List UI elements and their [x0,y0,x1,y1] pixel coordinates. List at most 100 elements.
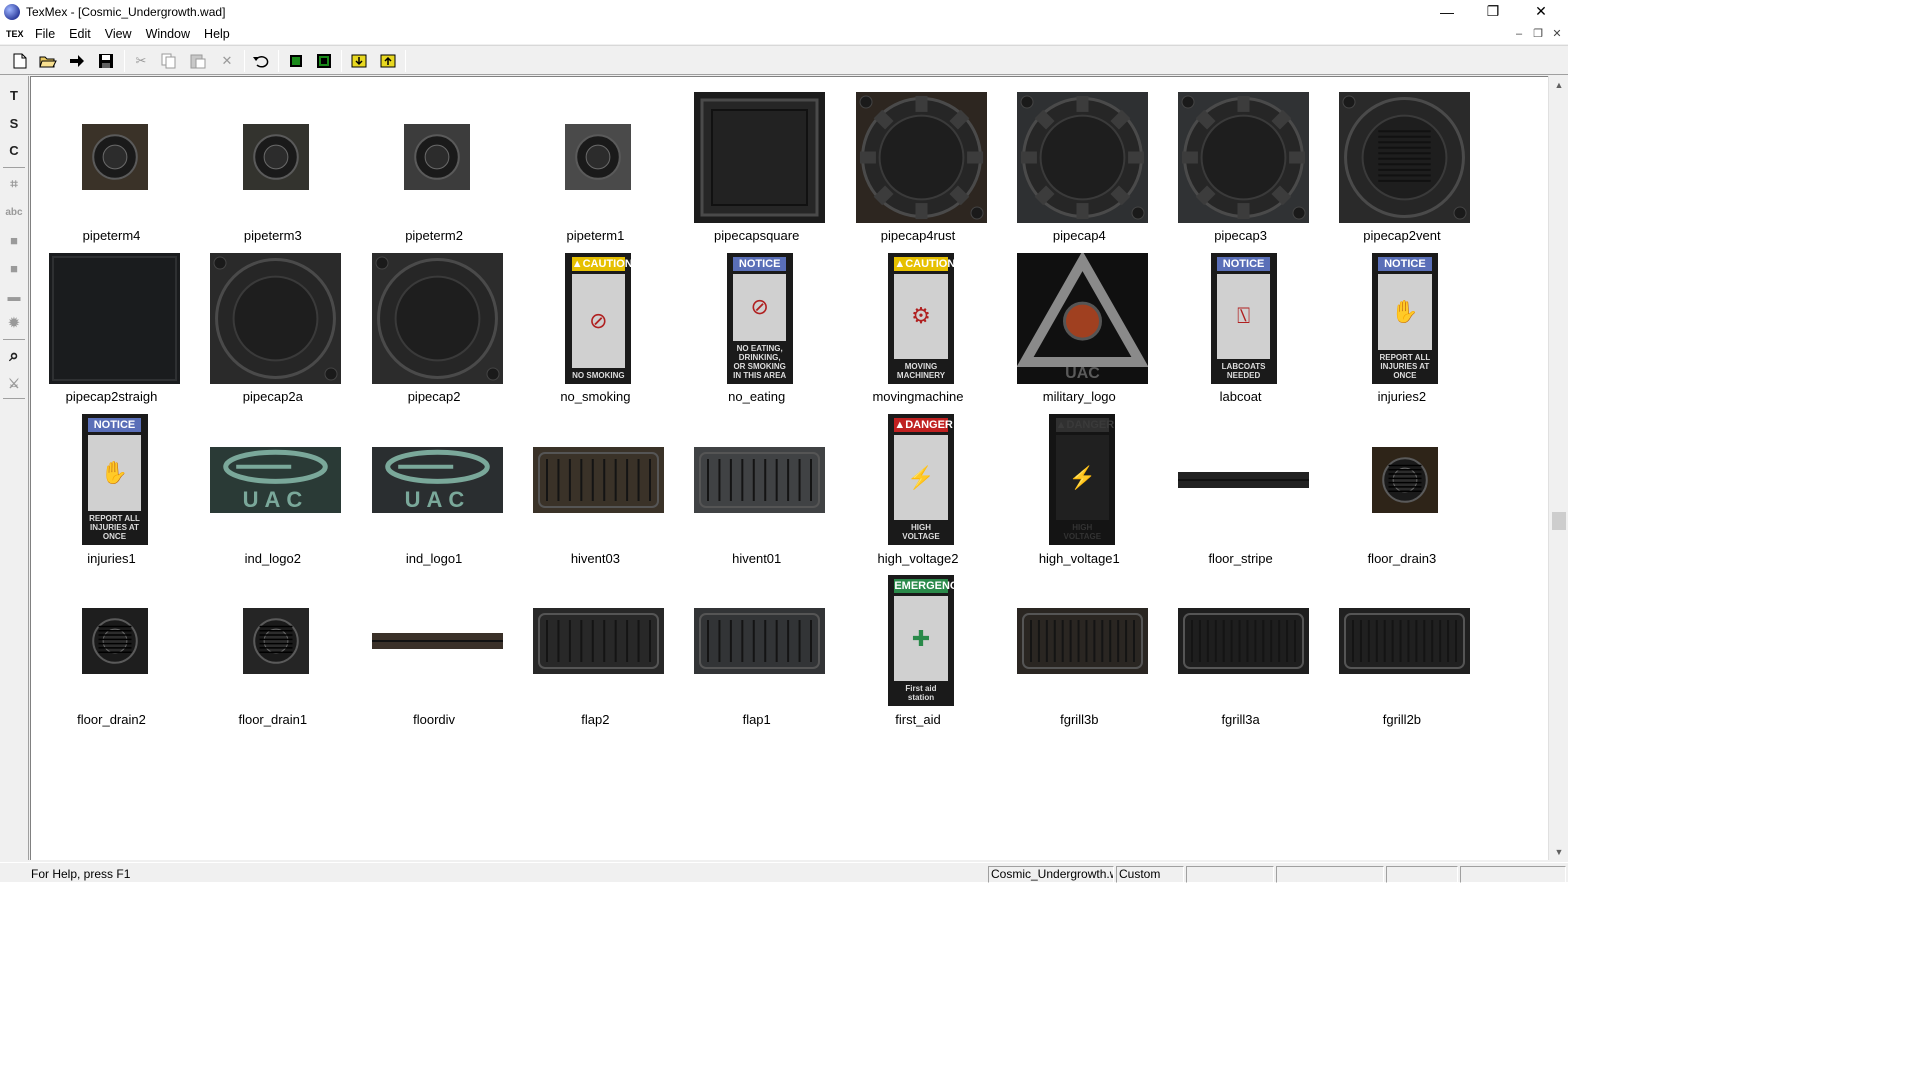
texture-thumbnail[interactable] [49,252,180,384]
close-button[interactable]: ✕ [1518,0,1564,23]
scroll-thumb[interactable] [1552,512,1566,530]
new-file-icon[interactable] [9,50,31,72]
texture-item[interactable]: ▲DANGER ⚡ HIGH VOLTAGE high_voltage2 [838,414,999,575]
text-tool-icon[interactable]: abc [3,201,25,223]
texture-thumbnail[interactable] [81,124,148,190]
texture-thumbnail[interactable] [532,446,664,513]
delete-icon[interactable]: ✕ [216,50,238,72]
texture-item[interactable]: pipecap2a [192,252,353,413]
texture-item[interactable]: pipecap2vent [1321,91,1482,252]
texture-item[interactable]: fgrill2b [1321,575,1482,736]
texture-thumbnail[interactable]: UAC [210,446,342,513]
mdi-close-icon[interactable]: ✕ [1549,27,1565,41]
texture-item[interactable]: pipecap4 [999,91,1160,252]
move-tool-icon[interactable]: ⚔ [3,373,25,395]
texture-item[interactable]: ▲DANGER ⚡ HIGH VOLTAGE high_voltage1 [999,414,1160,575]
texture-thumbnail[interactable]: UAC [371,446,503,513]
texture-item[interactable]: NOTICE ⊘ NO EATING, DRINKING, OR SMOKING… [676,252,837,413]
texture-item[interactable]: pipecap2straigh [31,252,192,413]
mdi-restore-icon[interactable]: ❐ [1530,27,1546,41]
copy-icon[interactable] [158,50,180,72]
texture-thumbnail[interactable] [1339,607,1471,674]
menu-edit[interactable]: Edit [62,27,98,41]
texture-thumbnail[interactable]: EMERGENCY ✚ First aid station [888,575,954,707]
save-icon[interactable] [95,50,117,72]
texture-thumbnail[interactable] [81,607,148,674]
texture-item[interactable]: floor_stripe [1160,414,1321,575]
texture-thumbnail[interactable] [1178,91,1310,223]
texture-browser[interactable]: pipeterm4 pipeterm3 pipeterm2 pipeterm1 … [30,76,1548,860]
texture-thumbnail[interactable]: ▲DANGER ⚡ HIGH VOLTAGE [1049,414,1116,546]
texture-thumbnail[interactable] [371,252,503,384]
texture-thumbnail[interactable] [1016,91,1148,223]
mdi-minimize-icon[interactable]: – [1511,27,1527,41]
texture-item[interactable]: NOTICE ✋ REPORT ALL INJURIES AT ONCE inju… [1321,252,1482,413]
menu-help[interactable]: Help [197,27,237,41]
undo-icon[interactable] [250,50,272,72]
texture-thumbnail[interactable] [855,91,987,223]
texture-thumbnail[interactable] [242,607,309,674]
texture-item[interactable]: UAC ind_logo2 [192,414,353,575]
texture-item[interactable]: pipecap2 [354,252,515,413]
texture-item[interactable]: pipecap4rust [838,91,999,252]
texture-item[interactable]: UAC ind_logo1 [354,414,515,575]
texture-item[interactable]: EMERGENCY ✚ First aid station first_aid [838,575,999,736]
texture-thumbnail[interactable] [532,607,664,674]
texture-thumbnail[interactable] [694,91,826,223]
texture-thumbnail[interactable]: NOTICE ⊘ NO EATING, DRINKING, OR SMOKING… [726,252,793,384]
vertical-scrollbar[interactable]: ▲ ▼ [1548,76,1568,860]
texture-thumbnail[interactable] [210,252,342,384]
texture-thumbnail[interactable] [404,124,471,190]
texture-thumbnail[interactable]: NOTICE ✋ REPORT ALL INJURIES AT ONCE [1371,252,1438,384]
texture-thumbnail[interactable] [242,124,309,190]
texture-thumbnail[interactable] [694,446,826,513]
texture-item[interactable]: NOTICE ✋ REPORT ALL INJURIES AT ONCE inju… [31,414,192,575]
texture-item[interactable]: pipecap3 [1160,91,1321,252]
zoom-tool-icon[interactable]: ⌕ [3,345,25,367]
crop-tool-icon[interactable]: ⌗ [3,173,25,195]
texture-item[interactable]: UAC military_logo [999,252,1160,413]
texture-thumbnail[interactable] [1016,607,1148,674]
scroll-down-icon[interactable]: ▼ [1549,843,1569,860]
green-square-icon[interactable] [285,50,307,72]
tool-c-icon[interactable]: C [3,139,25,161]
forward-arrow-icon[interactable] [66,50,88,72]
texture-thumbnail[interactable] [1178,471,1310,488]
texture-item[interactable]: pipecapsquare [676,91,837,252]
open-folder-icon[interactable] [37,50,59,72]
texture-item[interactable]: hivent01 [676,414,837,575]
texture-item[interactable]: floor_drain1 [192,575,353,736]
texture-item[interactable]: NOTICE ⍂ LABCOATS NEEDED labcoat [1160,252,1321,413]
texture-item[interactable]: pipeterm2 [354,91,515,252]
texture-item[interactable]: floordiv [354,575,515,736]
paste-icon[interactable] [187,50,209,72]
texture-thumbnail[interactable] [565,124,632,190]
texture-thumbnail[interactable]: NOTICE ⍂ LABCOATS NEEDED [1210,252,1277,384]
texture-thumbnail[interactable]: UAC [1016,252,1148,384]
texture-thumbnail[interactable]: NOTICE ✋ REPORT ALL INJURIES AT ONCE [81,414,148,546]
document-icon[interactable]: TEX [6,26,24,42]
texture-thumbnail[interactable] [1371,446,1438,513]
scroll-up-icon[interactable]: ▲ [1549,76,1569,93]
texture-item[interactable]: pipeterm1 [515,91,676,252]
texture-item[interactable]: pipeterm3 [192,91,353,252]
menu-file[interactable]: File [28,27,62,41]
texture-thumbnail[interactable] [694,607,826,674]
cut-icon[interactable]: ✂ [130,50,152,72]
export-icon[interactable] [377,50,399,72]
texture-thumbnail[interactable] [1339,91,1471,223]
texture-thumbnail[interactable] [371,632,503,649]
texture-item[interactable]: pipeterm4 [31,91,192,252]
texture-item[interactable]: hivent03 [515,414,676,575]
texture-thumbnail[interactable]: ▲DANGER ⚡ HIGH VOLTAGE [888,414,954,546]
effect-tool-icon[interactable]: ✹ [3,312,25,334]
texture-item[interactable]: fgrill3a [1160,575,1321,736]
menu-window[interactable]: Window [139,27,197,41]
fill-tool-icon[interactable]: ■ [3,229,25,251]
texture-item[interactable]: floor_drain3 [1321,414,1482,575]
texture-item[interactable]: floor_drain2 [31,575,192,736]
texture-item[interactable]: flap1 [676,575,837,736]
texture-item[interactable]: flap2 [515,575,676,736]
texture-thumbnail[interactable] [1178,607,1310,674]
texture-item[interactable]: ▲CAUTION ⚙ MOVING MACHINERY movingmachine [838,252,999,413]
